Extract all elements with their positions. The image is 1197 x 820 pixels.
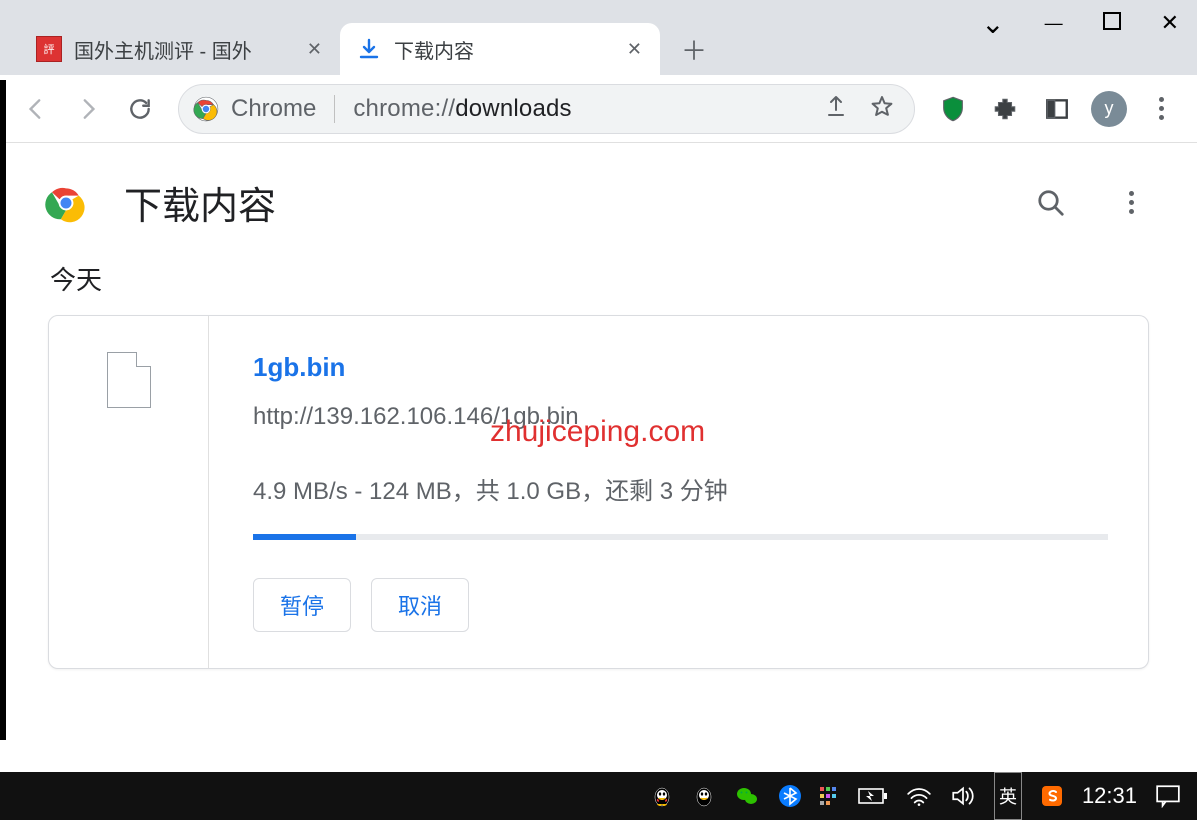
download-icon [356,36,382,62]
omnibox[interactable]: Chrome chrome://downloads [178,84,915,134]
back-button[interactable] [14,87,58,131]
tabs-dropdown-icon[interactable]: ⌄ [981,7,1004,40]
download-progress-fill [253,534,356,540]
chrome-icon [193,96,219,122]
tray-qq-icon[interactable] [650,772,674,820]
downloads-title: 下载内容 [124,175,993,230]
reload-button[interactable] [118,87,162,131]
cancel-button[interactable]: 取消 [371,578,469,632]
downloads-search-button[interactable] [1029,181,1073,225]
maximize-button[interactable] [1103,12,1121,35]
tab-strip: 評 国外主机测评 - 国外 ✕ 下载内容 ✕ ＋ ⌄ — ✕ [0,0,1197,75]
omnibox-scheme-label: Chrome [231,95,316,123]
file-icon [107,352,151,408]
download-progress-text: 4.9 MB/s - 124 MB，共 1.0 GB，还剩 3 分钟 [253,471,1108,506]
close-window-button[interactable]: ✕ [1161,10,1179,36]
pause-button[interactable]: 暂停 [253,578,351,632]
browser-menu-button[interactable] [1139,87,1183,131]
tray-wifi-icon[interactable] [906,772,932,820]
tab-2[interactable]: 下载内容 ✕ [340,23,660,75]
download-source-url[interactable]: http://139.162.106.146/1gb.bin [253,403,1108,431]
tray-qq-icon-2[interactable] [692,772,716,820]
tray-notifications-icon[interactable] [1155,772,1181,820]
download-item: 1gb.bin http://139.162.106.146/1gb.bin 4… [48,315,1149,669]
side-panel-icon[interactable] [1035,87,1079,131]
tray-battery-icon[interactable] [858,772,888,820]
forward-button[interactable] [66,87,110,131]
tray-bluetooth-icon[interactable] [778,772,802,820]
adblock-shield-icon[interactable] [931,87,975,131]
tab-1-favicon: 評 [36,36,62,62]
taskbar-clock[interactable]: 12:31 [1082,783,1137,809]
downloads-header: 下载内容 [0,143,1197,260]
window-left-edge [0,80,6,740]
windows-taskbar: 英 12:31 [0,772,1197,820]
tray-volume-icon[interactable] [950,772,976,820]
new-tab-button[interactable]: ＋ [674,29,714,69]
minimize-button[interactable]: — [1045,13,1063,34]
downloads-section-today: 今天 [0,260,1197,315]
tab-2-title: 下载内容 [394,35,615,64]
share-icon[interactable] [824,94,848,123]
download-filename[interactable]: 1gb.bin [253,352,1108,383]
download-progress-bar [253,534,1108,540]
window-controls: ⌄ — ✕ [981,0,1197,46]
extensions-icon[interactable] [983,87,1027,131]
profile-avatar[interactable]: y [1087,87,1131,131]
tray-color-icon[interactable] [820,772,840,820]
omnibox-separator [334,95,335,123]
tab-2-close-icon[interactable]: ✕ [627,39,642,60]
tab-1[interactable]: 評 国外主机测评 - 国外 ✕ [20,23,340,75]
omnibox-url: chrome://downloads [353,95,571,123]
download-file-thumb [49,316,209,668]
downloads-menu-button[interactable] [1109,181,1153,225]
plus-icon: ＋ [681,31,707,68]
browser-toolbar: Chrome chrome://downloads y [0,75,1197,143]
tab-1-title: 国外主机测评 - 国外 [74,35,295,64]
tray-sogou-icon[interactable] [1040,772,1064,820]
tray-ime-indicator[interactable]: 英 [994,772,1022,820]
bookmark-star-icon[interactable] [870,94,894,123]
tab-1-close-icon[interactable]: ✕ [307,39,322,60]
tray-wechat-icon[interactable] [734,772,760,820]
chrome-logo-icon [44,181,88,225]
